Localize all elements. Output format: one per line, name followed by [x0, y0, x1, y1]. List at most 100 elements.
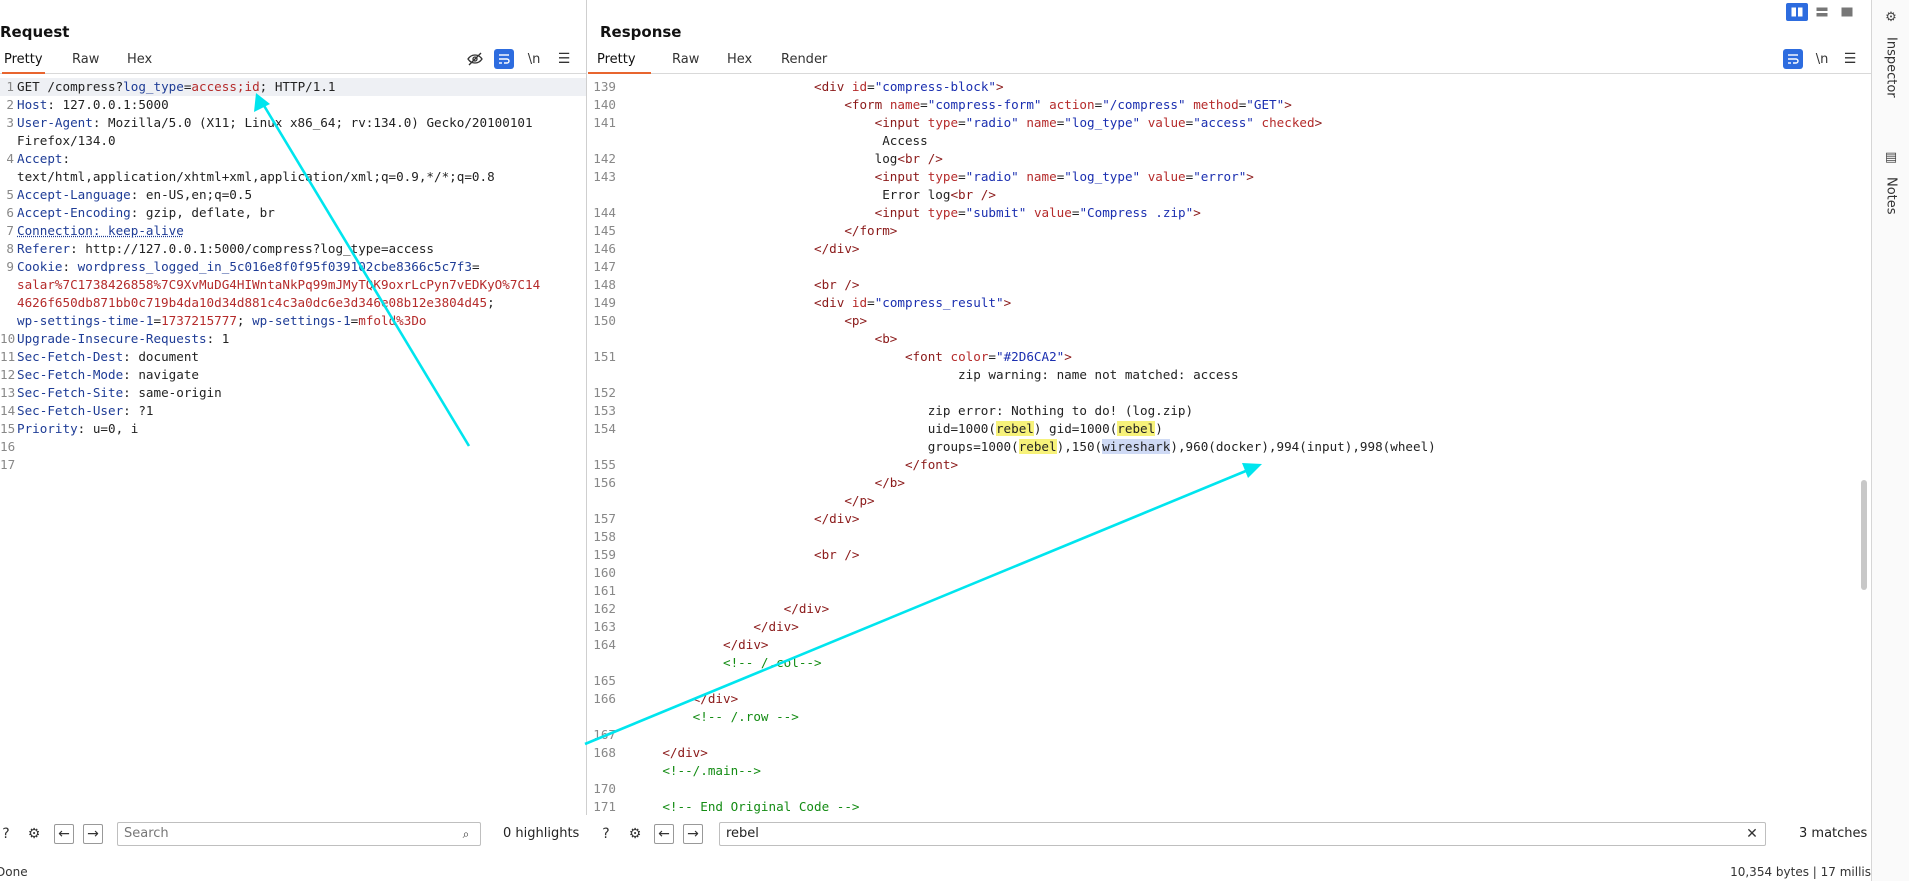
help-icon[interactable]: ?	[0, 824, 16, 844]
response-code-line: groups=1000(rebel),150(wireshark),960(do…	[588, 438, 1871, 456]
response-code-line: 158	[588, 528, 1871, 546]
right-sidebar: ⚙ Inspector ▤ Notes	[1871, 0, 1909, 881]
line-number: 157	[593, 511, 616, 526]
request-tab-raw[interactable]: Raw	[72, 50, 99, 74]
code-text: <font color="#2D6CA2">	[904, 349, 1072, 364]
code-text: Sec-Fetch-User: ?1	[17, 403, 154, 418]
code-text: </div>	[783, 601, 830, 616]
line-number: 12	[0, 367, 16, 382]
response-code-line: 151 <font color="#2D6CA2">	[588, 348, 1871, 366]
response-code-line: 144 <input type="submit" value="Compress…	[588, 204, 1871, 222]
status-left: Done	[0, 865, 28, 879]
notes-tab[interactable]: ▤ Notes	[1878, 150, 1904, 215]
response-code-line: </p>	[588, 492, 1871, 510]
code-text: <!-- /.col-->	[723, 655, 822, 670]
code-text: <input type="submit" value="Compress .zi…	[874, 205, 1201, 220]
request-editor[interactable]: 1 GET /compress?log_type=access;id; HTTP/…	[0, 78, 586, 815]
line-number: 160	[593, 565, 616, 580]
line-number: 147	[593, 259, 616, 274]
line-number: 2	[6, 97, 14, 112]
request-code-line: 13 Sec-Fetch-Site: same-origin	[0, 384, 586, 402]
newline-toggle[interactable]: \n	[1812, 49, 1832, 69]
code-text: Sec-Fetch-Site: same-origin	[17, 385, 222, 400]
settings-gear-icon[interactable]: ⚙	[625, 824, 645, 844]
line-number: 15	[0, 421, 16, 436]
newline-toggle[interactable]: \n	[524, 49, 544, 69]
line-number: 150	[593, 313, 616, 328]
code-text: Error log<br />	[632, 187, 996, 202]
code-text: Accept:	[17, 151, 71, 166]
response-code-line: 157 </div>	[588, 510, 1871, 528]
response-title: Response	[600, 23, 682, 41]
settings-gear-icon[interactable]: ⚙	[24, 824, 44, 844]
request-tab-pretty[interactable]: Pretty	[2, 50, 45, 74]
clear-search-icon[interactable]: ✕	[1742, 824, 1762, 844]
layout-side-by-side-button[interactable]	[1786, 3, 1808, 21]
response-tab-pretty[interactable]: Pretty	[588, 50, 651, 74]
response-code-line: 165	[588, 672, 1871, 690]
line-number: 170	[593, 781, 616, 796]
response-tab-raw[interactable]: Raw	[672, 50, 699, 74]
line-number: 158	[593, 529, 616, 544]
hide-eye-icon[interactable]	[465, 49, 485, 69]
code-text: Host: 127.0.0.1:5000	[17, 97, 169, 112]
code-text: Firefox/134.0	[17, 133, 116, 148]
response-code-line: 142 log<br />	[588, 150, 1871, 168]
response-scrollbar[interactable]	[1861, 480, 1867, 590]
inspector-tab[interactable]: ⚙ Inspector	[1878, 10, 1904, 98]
code-text: </div>	[662, 745, 708, 760]
next-arrow-icon[interactable]: →	[683, 824, 703, 844]
response-search-input[interactable]: rebel	[719, 822, 1766, 846]
code-text: Sec-Fetch-Dest: document	[17, 349, 199, 364]
line-number: 153	[593, 403, 616, 418]
request-code-line: 9 Cookie: wordpress_logged_in_5c016e8f0f9…	[0, 258, 586, 276]
request-code-line: 15 Priority: u=0, i	[0, 420, 586, 438]
request-search-input[interactable]: Search	[117, 822, 481, 846]
line-number: 139	[593, 79, 616, 94]
response-code-line: 160	[588, 564, 1871, 582]
line-number: 11	[0, 349, 16, 364]
wrap-toggle-icon[interactable]	[1783, 49, 1803, 69]
help-icon[interactable]: ?	[596, 824, 616, 844]
menu-icon[interactable]: ☰	[1840, 49, 1860, 69]
request-code-line: 7 Connection: keep-alive	[0, 222, 586, 240]
code-text: 4626f650db871bb0c719b4da10d34d881c4c3a0d…	[17, 295, 495, 310]
layout-tabs-button[interactable]	[1836, 3, 1858, 21]
code-text: <br />	[813, 547, 860, 562]
code-text: <!-- End Original Code -->	[662, 799, 860, 814]
line-number: 16	[0, 439, 16, 454]
line-number: 143	[593, 169, 616, 184]
code-text: <div id="compress_result">	[813, 295, 1012, 310]
line-number: 3	[6, 115, 14, 130]
request-code-line: wp-settings-time-1=1737215777; wp-settin…	[0, 312, 586, 330]
search-icon[interactable]: ⌕	[456, 824, 476, 844]
response-code-line: 149 <div id="compress_result">	[588, 294, 1871, 312]
wrap-toggle-icon[interactable]	[494, 49, 514, 69]
code-text: Sec-Fetch-Mode: navigate	[17, 367, 199, 382]
response-code-line: 152	[588, 384, 1871, 402]
response-editor[interactable]: 139 <div id="compress-block"> 140 <form n…	[588, 78, 1871, 815]
response-code-line: 141 <input type="radio" name="log_type" …	[588, 114, 1871, 132]
code-text: </div>	[692, 691, 739, 706]
line-number: 142	[593, 151, 616, 166]
sliders-icon: ⚙	[1885, 10, 1897, 25]
line-number: 163	[593, 619, 616, 634]
line-number: 6	[6, 205, 14, 220]
code-text: Cookie: wordpress_logged_in_5c016e8f0f95…	[17, 259, 480, 274]
layout-stacked-button[interactable]	[1811, 3, 1833, 21]
response-code-line: <b>	[588, 330, 1871, 348]
response-code-line: 168 </div>	[588, 744, 1871, 762]
previous-arrow-icon[interactable]: ←	[54, 824, 74, 844]
request-code-line: 4626f650db871bb0c719b4da10d34d881c4c3a0d…	[0, 294, 586, 312]
menu-icon[interactable]: ☰	[554, 49, 574, 69]
response-code-line: 162 </div>	[588, 600, 1871, 618]
next-arrow-icon[interactable]: →	[83, 824, 103, 844]
code-text: Priority: u=0, i	[17, 421, 139, 436]
line-number: 155	[593, 457, 616, 472]
response-tab-hex[interactable]: Hex	[727, 50, 752, 74]
response-tab-render[interactable]: Render	[781, 50, 827, 74]
response-code-line: 148 <br />	[588, 276, 1871, 294]
previous-arrow-icon[interactable]: ←	[654, 824, 674, 844]
line-number: 171	[593, 799, 616, 814]
request-tab-hex[interactable]: Hex	[127, 50, 152, 74]
